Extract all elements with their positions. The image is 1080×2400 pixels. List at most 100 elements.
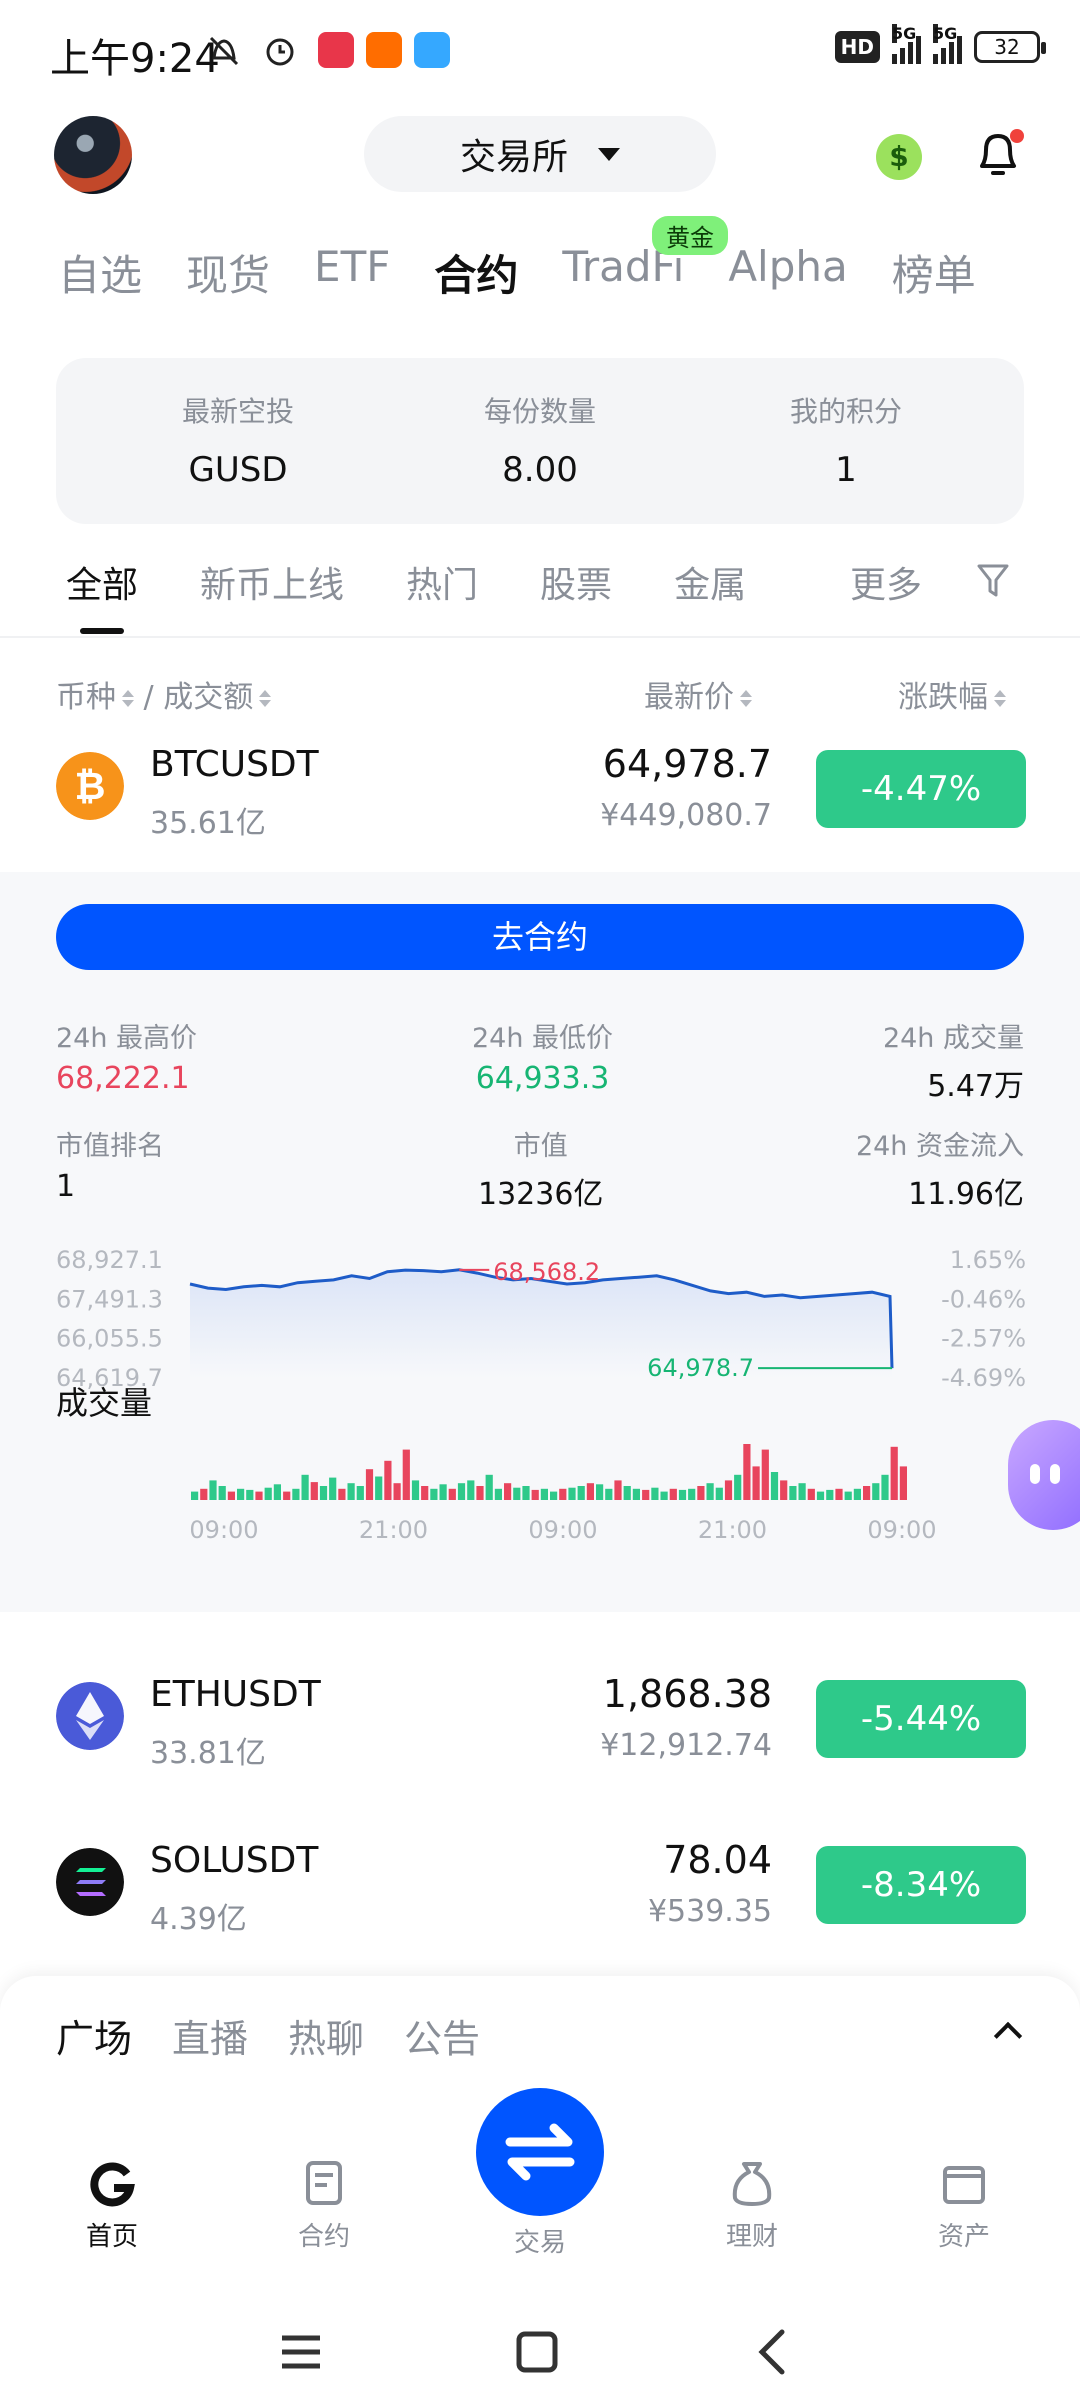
tab-spot[interactable]: 现货 xyxy=(186,242,270,303)
y-tick-label: -4.69% xyxy=(941,1364,1026,1392)
swap-icon xyxy=(505,2123,575,2181)
change-badge[interactable]: -4.47% xyxy=(816,750,1026,828)
y-tick-label: 67,491.3 xyxy=(56,1285,163,1313)
volume-bar xyxy=(365,1469,374,1500)
tab-rankings[interactable]: 榜单 xyxy=(892,242,976,303)
feed-tabs: 广场 直播 热聊 公告 xyxy=(56,2008,520,2063)
back-icon[interactable] xyxy=(758,2329,785,2375)
volume-bar xyxy=(504,1483,512,1500)
row-price: 78.04 xyxy=(663,1838,772,1882)
trade-button[interactable] xyxy=(476,2088,604,2216)
volume-bar xyxy=(209,1480,217,1500)
row-symbol: ETHUSDT xyxy=(150,1674,321,1715)
category-metals[interactable]: 金属 xyxy=(674,556,746,608)
tab-alpha[interactable]: Alpha xyxy=(728,242,847,303)
tab-live[interactable]: 直播 xyxy=(172,2008,248,2063)
category-new-listings[interactable]: 新币上线 xyxy=(200,556,344,608)
exchange-switcher[interactable]: 交易所 xyxy=(364,116,716,192)
price-chart[interactable]: 68,927.167,491.366,055.564,619.7 1.65%-0… xyxy=(0,1220,1080,1612)
tab-announcements[interactable]: 公告 xyxy=(404,2008,480,2063)
list-header-coin[interactable]: 币种 / 成交额 xyxy=(56,672,271,716)
ai-assistant-bubble[interactable] xyxy=(1008,1420,1080,1530)
volume-bar xyxy=(301,1474,309,1500)
volume-bar xyxy=(688,1488,696,1500)
table-row[interactable]: ETHUSDT 33.81亿 1,868.38 ¥12,912.74 -5.44… xyxy=(0,1648,1080,1798)
home-square-icon[interactable] xyxy=(516,2331,558,2373)
volume-bar xyxy=(319,1486,328,1500)
volume-bar xyxy=(890,1446,898,1500)
volume-bar xyxy=(338,1488,346,1500)
wallet-icon xyxy=(943,2166,985,2204)
nav-trade-label[interactable]: 交易 xyxy=(480,2222,600,2259)
volume-bar xyxy=(411,1480,420,1500)
volume-bar xyxy=(863,1486,871,1500)
airdrop-card[interactable]: 最新空投 GUSD 每份数量 8.00 我的积分 1 xyxy=(56,358,1024,524)
filter-icon[interactable] xyxy=(976,562,1010,600)
volume-bar xyxy=(421,1486,429,1500)
market-tabs: 自选 现货 ETF 合约 TradFi Alpha 榜单 xyxy=(58,242,1020,303)
volume-bar xyxy=(550,1491,558,1500)
list-header-change[interactable]: 涨跌幅 xyxy=(898,672,1006,716)
volume-bar xyxy=(789,1486,797,1500)
category-all[interactable]: 全部 xyxy=(66,556,138,608)
volume-bar xyxy=(614,1480,622,1500)
exchange-label: 交易所 xyxy=(459,137,568,178)
x-tick-label: 09:00 xyxy=(867,1516,936,1544)
bell-icon[interactable] xyxy=(972,126,1024,180)
volume-bar xyxy=(881,1474,889,1500)
volume-bar xyxy=(439,1484,447,1500)
sort-icon xyxy=(122,690,134,707)
volume-bar xyxy=(273,1484,281,1500)
row-price: 64,978.7 xyxy=(602,742,772,786)
menu-icon[interactable] xyxy=(282,2335,320,2369)
tab-square[interactable]: 广场 xyxy=(56,2008,132,2063)
category-hot[interactable]: 热门 xyxy=(406,556,478,608)
row-volume: 35.61亿 xyxy=(150,806,266,841)
system-nav-bar xyxy=(282,2329,785,2375)
news-app-icon xyxy=(318,32,354,68)
dollar-coin-icon[interactable]: $ xyxy=(876,134,922,180)
category-stocks[interactable]: 股票 xyxy=(540,556,612,608)
nav-home[interactable]: 首页 xyxy=(52,2158,172,2253)
volume-bar xyxy=(899,1466,907,1500)
volume-bar xyxy=(218,1486,226,1500)
change-badge[interactable]: -8.34% xyxy=(816,1846,1026,1924)
row-volume: 33.81亿 xyxy=(150,1736,266,1771)
volume-bar xyxy=(559,1488,567,1500)
volume-label: 成交量 xyxy=(56,1384,152,1422)
change-badge[interactable]: -5.44% xyxy=(816,1680,1026,1758)
list-header-price[interactable]: 最新价 xyxy=(644,672,752,716)
volume-bar xyxy=(826,1489,834,1500)
volume-bar xyxy=(724,1480,733,1500)
airdrop-latest: 最新空投 GUSD xyxy=(181,395,294,490)
signal-icon: 5G xyxy=(933,24,962,64)
tab-futures[interactable]: 合约 xyxy=(434,242,518,303)
nav-assets[interactable]: 资产 xyxy=(904,2158,1024,2253)
volume-bar xyxy=(310,1482,318,1500)
cloud-app-icon xyxy=(414,32,450,68)
tab-chat[interactable]: 热聊 xyxy=(288,2008,364,2063)
nav-earn[interactable]: 理财 xyxy=(692,2158,812,2253)
signal-icon: 5G xyxy=(892,24,921,64)
volume-bar xyxy=(835,1488,843,1500)
avatar[interactable] xyxy=(54,116,132,194)
volume-bar xyxy=(283,1491,291,1500)
volume-bar xyxy=(568,1487,576,1500)
volume-bar xyxy=(596,1484,604,1500)
go-to-futures-button[interactable]: 去合约 xyxy=(56,904,1024,970)
tab-watchlist[interactable]: 自选 xyxy=(58,242,142,303)
category-more[interactable]: 更多 xyxy=(850,556,922,608)
row-symbol: SOLUSDT xyxy=(150,1840,319,1881)
divider xyxy=(0,636,1080,638)
tab-etf[interactable]: ETF xyxy=(314,242,390,303)
gold-badge: 黄金 xyxy=(652,216,728,255)
table-row[interactable]: SOLUSDT 4.39亿 78.04 ¥539.35 -8.34% xyxy=(0,1814,1080,1964)
chevron-up-icon[interactable] xyxy=(993,2021,1023,2051)
table-row[interactable]: ₿ BTCUSDT 35.61亿 64,978.7 ¥449,080.7 -4.… xyxy=(0,718,1080,868)
category-tabs: 全部 新币上线 热门 股票 金属 xyxy=(66,556,808,608)
volume-bar xyxy=(522,1486,530,1500)
caret-down-icon xyxy=(598,147,620,161)
volume-bar xyxy=(660,1491,668,1500)
nav-futures[interactable]: 合约 xyxy=(264,2158,384,2253)
volume-bar xyxy=(540,1488,548,1500)
